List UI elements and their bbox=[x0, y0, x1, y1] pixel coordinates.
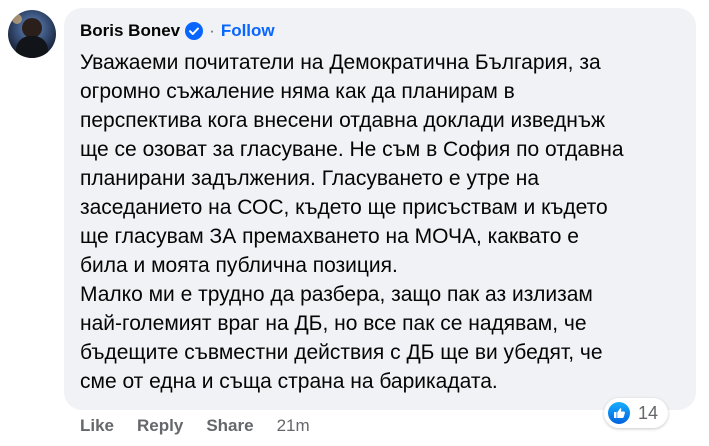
avatar[interactable] bbox=[8, 10, 56, 58]
comment: Boris Bonev · Follow Уважаеми почитатели… bbox=[0, 0, 709, 446]
like-button[interactable]: Like bbox=[80, 416, 114, 436]
like-icon bbox=[608, 402, 630, 424]
separator-dot: · bbox=[209, 21, 215, 40]
avatar-background-light bbox=[12, 14, 22, 24]
comment-timestamp[interactable]: 21m bbox=[277, 416, 310, 436]
comment-bubble: Boris Bonev · Follow Уважаеми почитатели… bbox=[64, 8, 696, 410]
comment-text: Уважаеми почитатели на Демократична Бълг… bbox=[80, 51, 624, 393]
author-name[interactable]: Boris Bonev bbox=[80, 21, 180, 41]
share-button[interactable]: Share bbox=[206, 416, 253, 436]
avatar-head bbox=[22, 18, 42, 38]
avatar-body bbox=[16, 36, 48, 58]
comment-actions: Like Reply Share 21m bbox=[80, 416, 310, 436]
reaction-count-badge[interactable]: 14 bbox=[604, 398, 669, 428]
verified-badge-icon bbox=[185, 22, 204, 40]
reaction-count: 14 bbox=[638, 402, 659, 423]
follow-button[interactable]: Follow bbox=[221, 21, 275, 41]
comment-header: Boris Bonev · Follow bbox=[80, 18, 680, 44]
reply-button[interactable]: Reply bbox=[137, 416, 183, 436]
